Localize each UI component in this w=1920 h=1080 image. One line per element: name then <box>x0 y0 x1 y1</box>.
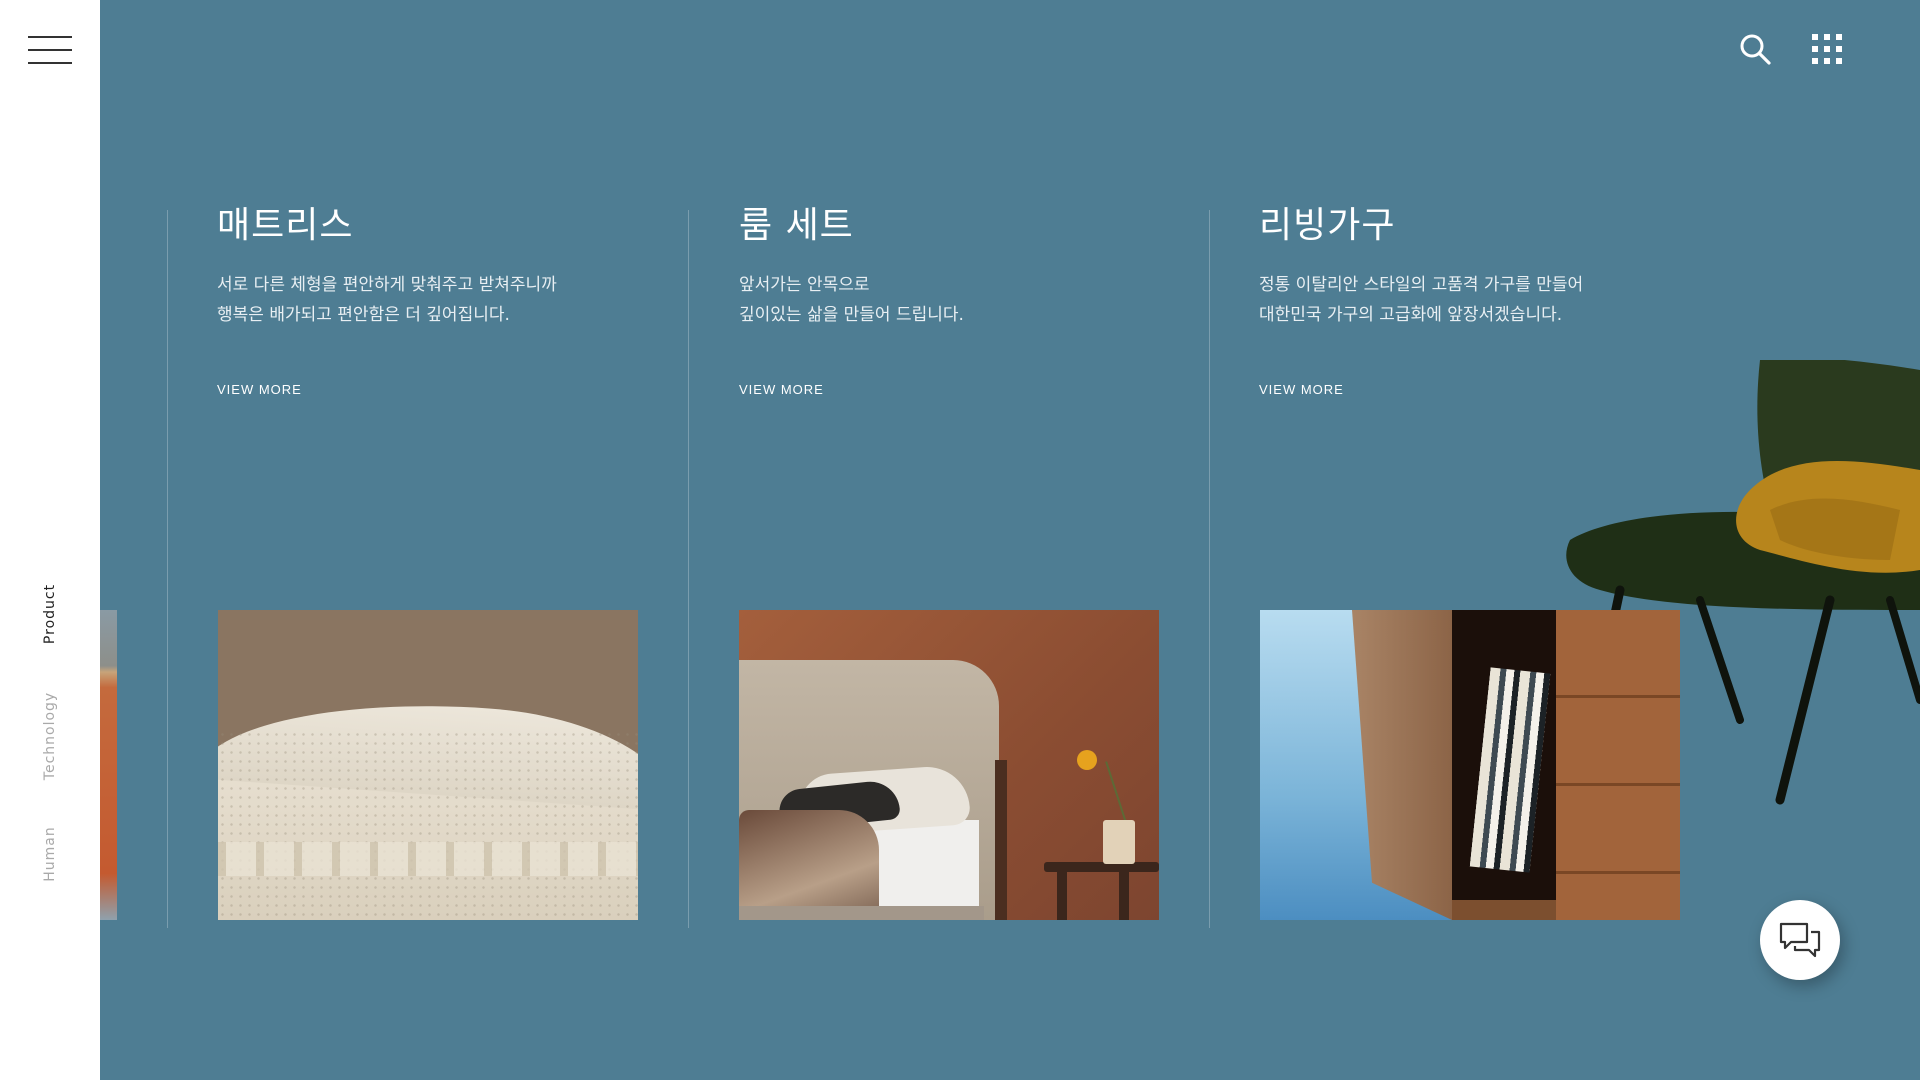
side-nav-item-human[interactable]: Human <box>42 826 58 882</box>
view-more-link[interactable]: VIEW MORE <box>739 382 824 397</box>
product-title: 리빙가구 <box>1259 205 1396 246</box>
side-nav-item-product[interactable]: Product <box>42 584 58 644</box>
product-title: 룸 세트 <box>739 205 854 246</box>
product-card-mattress: 매트리스 서로 다른 체형을 편안하게 맞춰주고 받쳐주니까 행복은 배가되고 … <box>217 200 647 398</box>
column-divider <box>167 210 168 928</box>
search-icon[interactable] <box>1738 32 1772 66</box>
product-title: 매트리스 <box>217 205 354 246</box>
mattress-image[interactable] <box>218 610 638 920</box>
description-line: 서로 다른 체형을 편안하게 맞춰주고 받쳐주니까 <box>217 275 557 295</box>
description-line: 대한민국 가구의 고급화에 앞장서겠습니다. <box>1259 305 1563 325</box>
sidebar: Product Technology Human <box>0 0 100 1080</box>
column-divider <box>688 210 689 928</box>
view-more-link[interactable]: VIEW MORE <box>1259 382 1344 397</box>
product-description: 앞서가는 안목으로 깊이있는 삶을 만들어 드립니다. <box>739 270 1169 330</box>
hamburger-menu-icon[interactable] <box>28 36 72 64</box>
column-divider <box>1209 210 1210 928</box>
description-line: 행복은 배가되고 편안함은 더 깊어집니다. <box>217 305 510 325</box>
view-more-link[interactable]: VIEW MORE <box>217 382 302 397</box>
chat-bubbles-icon <box>1779 922 1821 958</box>
chat-button[interactable] <box>1760 900 1840 980</box>
description-line: 깊이있는 삶을 만들어 드립니다. <box>739 305 964 325</box>
product-description: 정통 이탈리안 스타일의 고품격 가구를 만들어 대한민국 가구의 고급화에 앞… <box>1259 270 1689 330</box>
description-line: 정통 이탈리안 스타일의 고품격 가구를 만들어 <box>1259 275 1584 295</box>
grid-apps-icon[interactable] <box>1810 32 1844 66</box>
product-card-room-set: 룸 세트 앞서가는 안목으로 깊이있는 삶을 만들어 드립니다. VIEW MO… <box>739 200 1169 398</box>
side-nav-item-technology[interactable]: Technology <box>42 692 58 780</box>
room-set-image[interactable] <box>739 610 1159 920</box>
description-line: 앞서가는 안목으로 <box>739 275 870 295</box>
header-icons <box>1738 32 1844 66</box>
living-furniture-image[interactable] <box>1260 610 1680 920</box>
product-description: 서로 다른 체형을 편안하게 맞춰주고 받쳐주니까 행복은 배가되고 편안함은 … <box>217 270 647 330</box>
previous-product-image[interactable] <box>100 610 117 920</box>
